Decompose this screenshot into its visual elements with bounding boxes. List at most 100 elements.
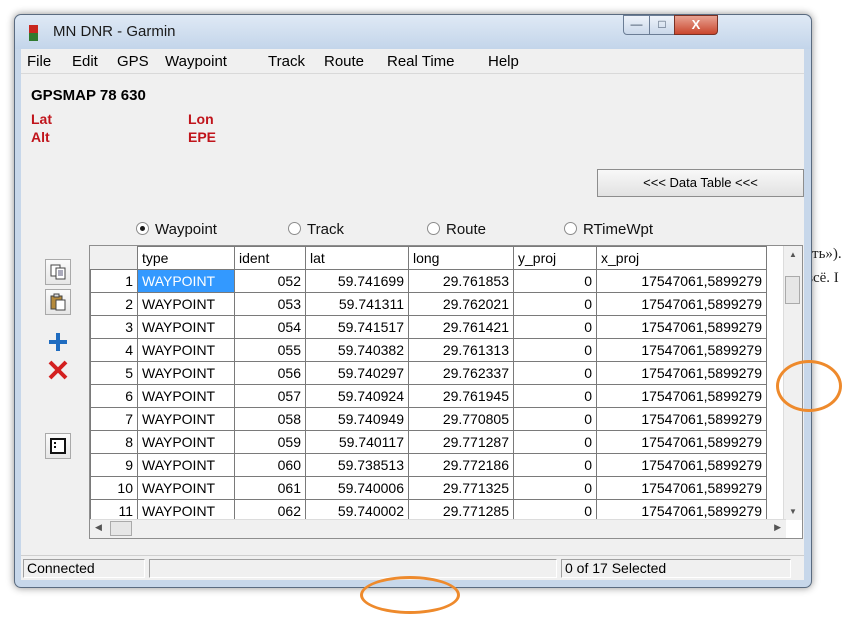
row-number-cell[interactable]: 4: [90, 338, 138, 362]
cell-ident[interactable]: 054: [234, 315, 306, 339]
column-header[interactable]: y_proj: [513, 246, 597, 270]
cell-y-proj[interactable]: 0: [513, 292, 597, 316]
cell-lat[interactable]: 59.740006: [305, 476, 409, 500]
menu-track[interactable]: Track: [268, 53, 305, 70]
cell-long[interactable]: 29.761853: [408, 269, 514, 293]
cell-y-proj[interactable]: 0: [513, 269, 597, 293]
cell-lat[interactable]: 59.741699: [305, 269, 409, 293]
scroll-up-icon[interactable]: ▲: [784, 250, 802, 259]
cell-y-proj[interactable]: 0: [513, 384, 597, 408]
properties-button[interactable]: [45, 433, 71, 459]
cell-y-proj[interactable]: 0: [513, 453, 597, 477]
cell-y-proj[interactable]: 0: [513, 315, 597, 339]
cell-type[interactable]: WAYPOINT: [137, 338, 235, 362]
row-number-cell[interactable]: 10: [90, 476, 138, 500]
row-number-cell[interactable]: 3: [90, 315, 138, 339]
column-header[interactable]: lat: [305, 246, 409, 270]
maximize-button[interactable]: □: [649, 15, 675, 35]
copy-button[interactable]: [45, 259, 71, 285]
cell-x-proj[interactable]: 17547061,5899279: [596, 315, 767, 339]
cell-lat[interactable]: 59.740297: [305, 361, 409, 385]
cell-lat[interactable]: 59.738513: [305, 453, 409, 477]
cell-type[interactable]: WAYPOINT: [137, 407, 235, 431]
table-row[interactable]: 1 WAYPOINT 052 59.741699 29.761853 0 17547061,…: [90, 269, 767, 293]
radio-waypoint[interactable]: Waypoint: [136, 221, 217, 238]
menu-route[interactable]: Route: [324, 53, 364, 70]
cell-ident[interactable]: 058: [234, 407, 306, 431]
cell-x-proj[interactable]: 17547061,5899279: [596, 269, 767, 293]
cell-ident[interactable]: 057: [234, 384, 306, 408]
menu-waypoint[interactable]: Waypoint: [165, 53, 227, 70]
scroll-down-icon[interactable]: ▼: [784, 507, 802, 516]
menu-help[interactable]: Help: [488, 53, 519, 70]
cell-long[interactable]: 29.761945: [408, 384, 514, 408]
vertical-scroll-thumb[interactable]: [785, 276, 800, 304]
cell-lat[interactable]: 59.741517: [305, 315, 409, 339]
menu-real-time[interactable]: Real Time: [387, 53, 455, 70]
table-row[interactable]: 2 WAYPOINT 053 59.741311 29.762021 0 17547061,…: [90, 292, 767, 316]
cell-lat[interactable]: 59.741311: [305, 292, 409, 316]
radio-route[interactable]: Route: [427, 221, 486, 238]
cell-y-proj[interactable]: 0: [513, 338, 597, 362]
row-number-cell[interactable]: 6: [90, 384, 138, 408]
table-row[interactable]: 8 WAYPOINT 059 59.740117 29.771287 0 17547061,…: [90, 430, 767, 454]
cell-x-proj[interactable]: 17547061,5899279: [596, 453, 767, 477]
cell-y-proj[interactable]: 0: [513, 361, 597, 385]
add-button[interactable]: [45, 329, 71, 355]
cell-x-proj[interactable]: 17547061,5899279: [596, 292, 767, 316]
cell-x-proj[interactable]: 17547061,5899279: [596, 476, 767, 500]
menu-edit[interactable]: Edit: [72, 53, 98, 70]
table-row[interactable]: 7 WAYPOINT 058 59.740949 29.770805 0 17547061,…: [90, 407, 767, 431]
cell-lat[interactable]: 59.740382: [305, 338, 409, 362]
cell-long[interactable]: 29.771287: [408, 430, 514, 454]
cell-x-proj[interactable]: 17547061,5899279: [596, 430, 767, 454]
column-header[interactable]: type: [137, 246, 235, 270]
menu-file[interactable]: File: [27, 53, 51, 70]
cell-type[interactable]: WAYPOINT: [137, 430, 235, 454]
delete-button[interactable]: [45, 357, 71, 383]
close-button[interactable]: X: [674, 15, 718, 35]
row-number-cell[interactable]: 5: [90, 361, 138, 385]
menu-gps[interactable]: GPS: [117, 53, 149, 70]
cell-type[interactable]: WAYPOINT: [137, 269, 235, 293]
scroll-right-icon[interactable]: ▶: [774, 522, 781, 533]
row-number-cell[interactable]: 1: [90, 269, 138, 293]
cell-ident[interactable]: 061: [234, 476, 306, 500]
table-row[interactable]: 5 WAYPOINT 056 59.740297 29.762337 0 17547061,…: [90, 361, 767, 385]
paste-button[interactable]: [45, 289, 71, 315]
cell-ident[interactable]: 060: [234, 453, 306, 477]
cell-long[interactable]: 29.761421: [408, 315, 514, 339]
cell-lat[interactable]: 59.740924: [305, 384, 409, 408]
cell-long[interactable]: 29.762337: [408, 361, 514, 385]
cell-ident[interactable]: 056: [234, 361, 306, 385]
cell-type[interactable]: WAYPOINT: [137, 476, 235, 500]
cell-lat[interactable]: 59.740949: [305, 407, 409, 431]
row-number-cell[interactable]: 7: [90, 407, 138, 431]
scroll-left-icon[interactable]: ◀: [95, 522, 102, 533]
column-header[interactable]: long: [408, 246, 514, 270]
horizontal-scrollbar[interactable]: ◀ ▶: [90, 519, 786, 538]
cell-type[interactable]: WAYPOINT: [137, 292, 235, 316]
radio-rtimewpt[interactable]: RTimeWpt: [564, 221, 653, 238]
radio-track[interactable]: Track: [288, 221, 344, 238]
cell-ident[interactable]: 053: [234, 292, 306, 316]
minimize-button[interactable]: —: [623, 15, 650, 35]
cell-type[interactable]: WAYPOINT: [137, 315, 235, 339]
table-row[interactable]: 3 WAYPOINT 054 59.741517 29.761421 0 17547061,…: [90, 315, 767, 339]
cell-x-proj[interactable]: 17547061,5899279: [596, 407, 767, 431]
data-grid[interactable]: type ident lat long y_proj x_proj 1 WAYPO…: [89, 245, 803, 539]
cell-x-proj[interactable]: 17547061,5899279: [596, 338, 767, 362]
cell-long[interactable]: 29.772186: [408, 453, 514, 477]
cell-long[interactable]: 29.762021: [408, 292, 514, 316]
cell-type[interactable]: WAYPOINT: [137, 453, 235, 477]
cell-long[interactable]: 29.761313: [408, 338, 514, 362]
cell-long[interactable]: 29.771325: [408, 476, 514, 500]
table-row[interactable]: 6 WAYPOINT 057 59.740924 29.761945 0 17547061,…: [90, 384, 767, 408]
row-number-cell[interactable]: 9: [90, 453, 138, 477]
cell-ident[interactable]: 059: [234, 430, 306, 454]
column-header[interactable]: x_proj: [596, 246, 767, 270]
cell-type[interactable]: WAYPOINT: [137, 384, 235, 408]
cell-long[interactable]: 29.770805: [408, 407, 514, 431]
cell-y-proj[interactable]: 0: [513, 407, 597, 431]
cell-x-proj[interactable]: 17547061,5899279: [596, 361, 767, 385]
